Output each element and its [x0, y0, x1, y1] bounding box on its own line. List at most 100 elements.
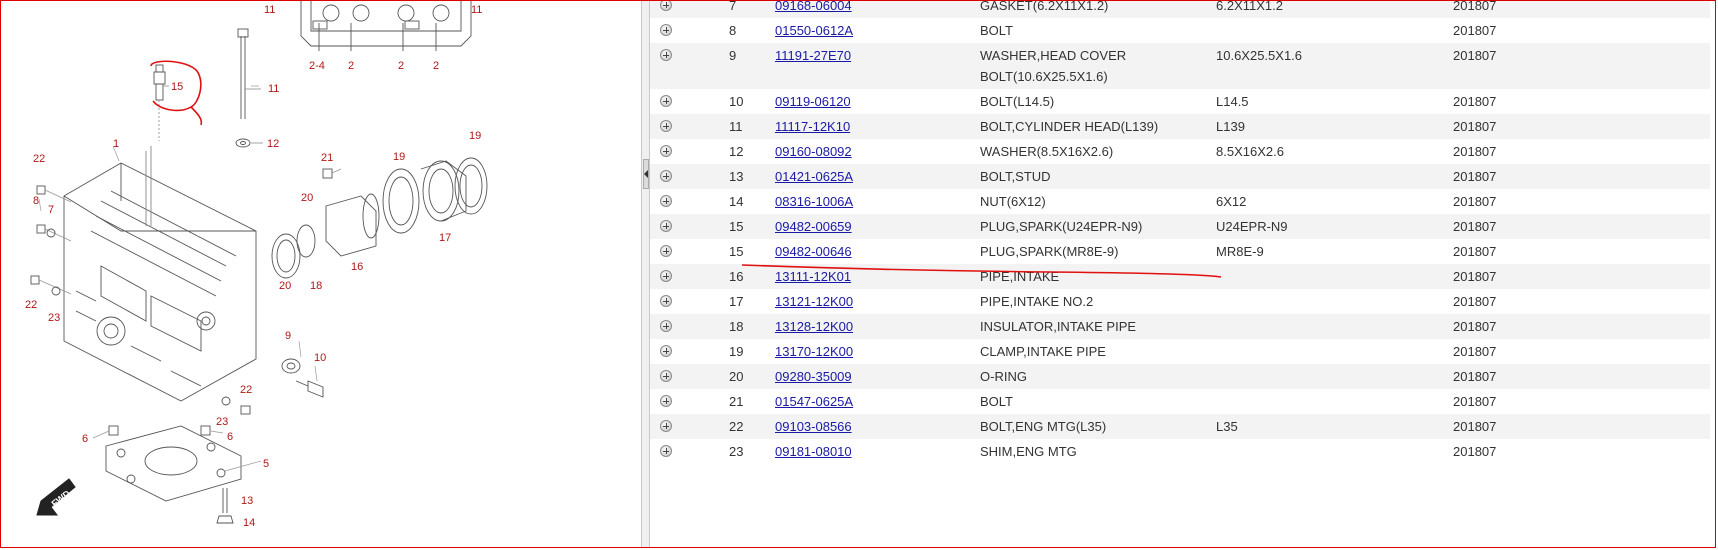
- part-number-link[interactable]: 09181-08010: [775, 444, 852, 459]
- part-spec: 6.2X11X1.2: [1216, 1, 1453, 18]
- add-to-cart-icon[interactable]: [660, 195, 672, 208]
- part-date: 201807: [1453, 189, 1710, 214]
- app-frame: FWD 11 11 2-4 2 2 2 15 11 12 1 22 21 19 …: [0, 0, 1716, 548]
- collapse-left-icon[interactable]: [643, 159, 649, 189]
- part-date: 201807: [1453, 439, 1710, 464]
- table-row: 15 09482-00659 PLUG,SPARK(U24EPR-N9) U24…: [650, 214, 1710, 239]
- add-to-cart-icon[interactable]: [660, 395, 672, 408]
- parts-diagram-panel: FWD 11 11 2-4 2 2 2 15 11 12 1 22 21 19 …: [1, 1, 641, 547]
- part-number-link[interactable]: 09482-00659: [775, 219, 852, 234]
- callout-5: 5: [263, 458, 269, 470]
- add-to-cart-icon[interactable]: [660, 220, 672, 233]
- part-date: 201807: [1453, 43, 1710, 89]
- callout-2: 2: [433, 60, 439, 72]
- ref-number: 17: [672, 289, 775, 314]
- add-to-cart-icon[interactable]: [660, 245, 672, 258]
- part-description: WASHER(8.5X16X2.6): [980, 139, 1216, 164]
- part-description: GASKET(6.2X11X1.2): [980, 1, 1216, 18]
- add-to-cart-icon[interactable]: [660, 445, 672, 458]
- part-number-link[interactable]: 13128-12K00: [775, 319, 853, 334]
- add-to-cart-icon[interactable]: [660, 120, 672, 133]
- ref-number: 22: [672, 414, 775, 439]
- part-number-link[interactable]: 08316-1006A: [775, 194, 853, 209]
- add-to-cart-icon[interactable]: [660, 370, 672, 383]
- part-date: 201807: [1453, 89, 1710, 114]
- ref-number: 15: [672, 239, 775, 264]
- add-to-cart-icon[interactable]: [660, 320, 672, 333]
- add-to-cart-icon[interactable]: [660, 145, 672, 158]
- part-date: 201807: [1453, 239, 1710, 264]
- add-to-cart-icon[interactable]: [660, 1, 672, 12]
- part-spec: U24EPR-N9: [1216, 214, 1453, 239]
- part-spec: MR8E-9: [1216, 239, 1453, 264]
- part-spec: 6X12: [1216, 189, 1453, 214]
- table-row: 19 13170-12K00 CLAMP,INTAKE PIPE 201807: [650, 339, 1710, 364]
- add-to-cart-icon[interactable]: [660, 170, 672, 183]
- add-to-cart-icon[interactable]: [660, 420, 672, 433]
- ref-number: 23: [672, 439, 775, 464]
- ref-number: 21: [672, 389, 775, 414]
- part-spec: L14.5: [1216, 89, 1453, 114]
- ref-number: 14: [672, 189, 775, 214]
- part-description: PLUG,SPARK(U24EPR-N9): [980, 214, 1216, 239]
- part-number-link[interactable]: 11191-27E70: [775, 48, 851, 63]
- callout-19: 19: [393, 151, 405, 163]
- cylinder-head-diagram: FWD 11 11 2-4 2 2 2 15 11 12 1 22 21 19 …: [25, 1, 488, 529]
- part-number-link[interactable]: 01421-0625A: [775, 169, 853, 184]
- add-to-cart-icon[interactable]: [660, 24, 672, 37]
- callout-6: 6: [82, 433, 88, 445]
- part-number-link[interactable]: 09482-00646: [775, 244, 852, 259]
- add-to-cart-icon[interactable]: [660, 49, 672, 62]
- ref-number: 18: [672, 314, 775, 339]
- table-row: 9 11191-27E70 WASHER,HEAD COVER BOLT(10.…: [650, 43, 1710, 89]
- ref-number: 15: [672, 214, 775, 239]
- part-description: BOLT(L14.5): [980, 89, 1216, 114]
- parts-table: 7 09168-06004 GASKET(6.2X11X1.2) 6.2X11X…: [650, 1, 1710, 464]
- table-row: 16 13111-12K01 PIPE,INTAKE 201807: [650, 264, 1710, 289]
- table-row: 20 09280-35009 O-RING 201807: [650, 364, 1710, 389]
- part-description: SHIM,ENG MTG: [980, 439, 1216, 464]
- part-number-link[interactable]: 09160-08092: [775, 144, 852, 159]
- markup-tail: [190, 106, 203, 126]
- add-to-cart-icon[interactable]: [660, 95, 672, 108]
- part-number-link[interactable]: 01547-0625A: [775, 394, 853, 409]
- part-date: 201807: [1453, 339, 1710, 364]
- part-description: O-RING: [980, 364, 1216, 389]
- part-number-link[interactable]: 13170-12K00: [775, 344, 853, 359]
- part-date: 201807: [1453, 314, 1710, 339]
- part-number-link[interactable]: 13121-12K00: [775, 294, 853, 309]
- part-spec: [1216, 439, 1453, 464]
- table-row: 11 11117-12K10 BOLT,CYLINDER HEAD(L139) …: [650, 114, 1710, 139]
- part-number-link[interactable]: 01550-0612A: [775, 23, 853, 38]
- part-number-link[interactable]: 09103-08566: [775, 419, 852, 434]
- table-row: 15 09482-00646 PLUG,SPARK(MR8E-9) MR8E-9…: [650, 239, 1710, 264]
- callout-6: 6: [227, 431, 233, 443]
- callout-13: 13: [241, 495, 253, 507]
- part-spec: L139: [1216, 114, 1453, 139]
- part-description: BOLT: [980, 18, 1216, 43]
- part-description: PLUG,SPARK(MR8E-9): [980, 239, 1216, 264]
- add-to-cart-icon[interactable]: [660, 295, 672, 308]
- callout-1: 1: [113, 138, 119, 150]
- callout-10: 10: [314, 352, 326, 364]
- add-to-cart-icon[interactable]: [660, 345, 672, 358]
- panel-splitter[interactable]: [641, 1, 650, 547]
- part-description: PIPE,INTAKE NO.2: [980, 289, 1216, 314]
- part-description: BOLT,CYLINDER HEAD(L139): [980, 114, 1216, 139]
- part-date: 201807: [1453, 1, 1710, 18]
- part-number-link[interactable]: 09168-06004: [775, 1, 852, 13]
- table-row: 22 09103-08566 BOLT,ENG MTG(L35) L35 201…: [650, 414, 1710, 439]
- parts-list-panel: 7 09168-06004 GASKET(6.2X11X1.2) 6.2X11X…: [650, 1, 1715, 547]
- part-date: 201807: [1453, 114, 1710, 139]
- part-number-link[interactable]: 09119-06120: [775, 94, 851, 109]
- callout-12: 12: [267, 138, 279, 150]
- add-to-cart-icon[interactable]: [660, 270, 672, 283]
- part-spec: [1216, 264, 1453, 289]
- part-number-link[interactable]: 11117-12K10: [775, 119, 850, 134]
- part-number-link[interactable]: 13111-12K01: [775, 269, 851, 284]
- callout-18: 18: [310, 280, 322, 292]
- callout-11: 11: [264, 4, 275, 16]
- part-spec: [1216, 289, 1453, 314]
- callout-16: 16: [351, 261, 363, 273]
- part-number-link[interactable]: 09280-35009: [775, 369, 852, 384]
